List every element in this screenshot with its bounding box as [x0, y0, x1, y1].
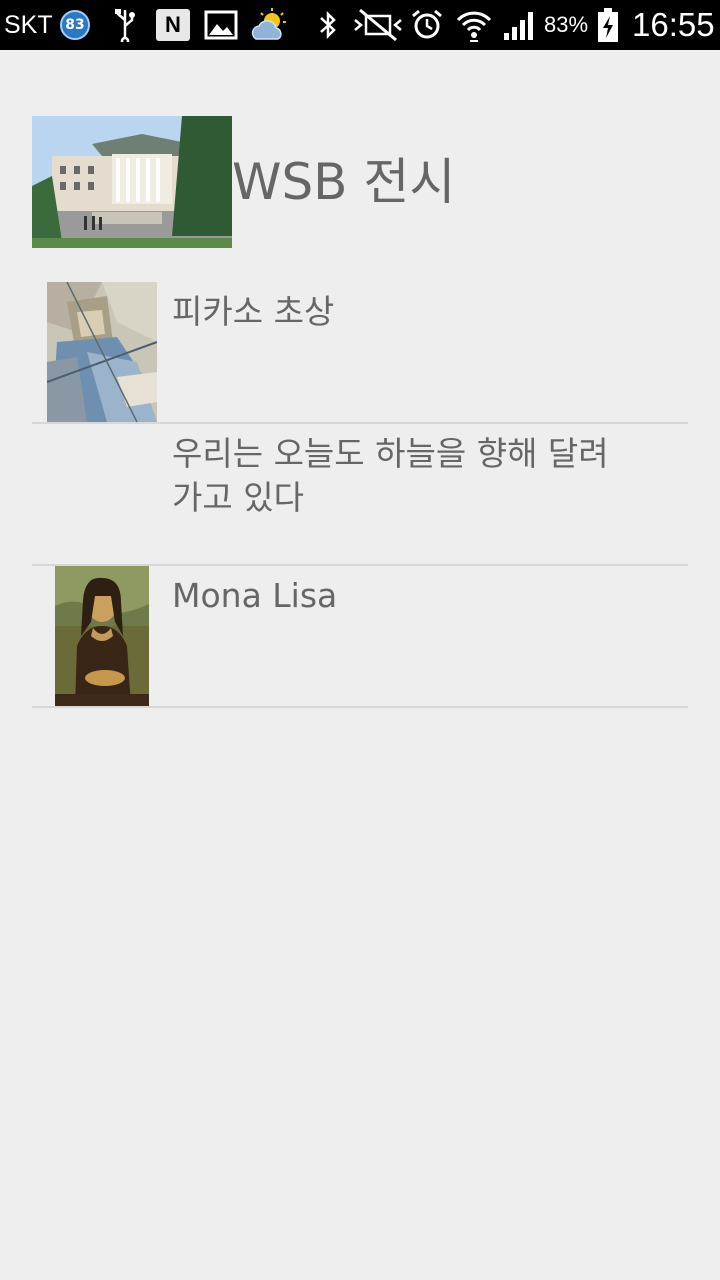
carrier-label: SKT	[4, 10, 53, 39]
gallery-icon	[204, 0, 238, 50]
usb-icon	[113, 0, 137, 50]
picasso-thumbnail	[47, 282, 157, 422]
vibrate-mute-icon	[352, 0, 404, 50]
exhibition-header: WSB 전시	[32, 116, 688, 248]
list-item[interactable]: Mona Lisa	[32, 566, 688, 708]
n-app-icon: N	[156, 9, 190, 41]
status-bar: SKT 83 N 83% 16:55	[0, 0, 720, 50]
alarm-icon	[410, 0, 444, 50]
exhibition-title: WSB 전시	[232, 153, 456, 211]
artwork-title: Mona Lisa	[172, 576, 338, 615]
header-thumbnail	[32, 116, 232, 248]
artwork-title: 우리는 오늘도 하늘을 향해 달려가고 있다	[172, 434, 609, 517]
clock: 16:55	[632, 6, 715, 43]
list-item[interactable]: 우리는 오늘도 하늘을 향해 달려가고 있다	[32, 424, 688, 566]
list-item[interactable]: 피카소 초상	[32, 282, 688, 424]
mona-lisa-thumbnail	[55, 566, 149, 706]
wifi-icon	[456, 0, 492, 50]
artwork-list: 피카소 초상 우리는 오늘도 하늘을 향해 달려가고 있다 Mona Lisa	[32, 282, 688, 708]
weather-icon	[250, 0, 290, 50]
signal-icon	[502, 0, 536, 50]
battery-percent: 83%	[544, 12, 589, 37]
notification-count-badge: 83	[60, 10, 90, 40]
bluetooth-icon	[317, 0, 339, 50]
battery-charging-icon	[596, 0, 620, 50]
artwork-title: 피카소 초상	[172, 292, 335, 331]
